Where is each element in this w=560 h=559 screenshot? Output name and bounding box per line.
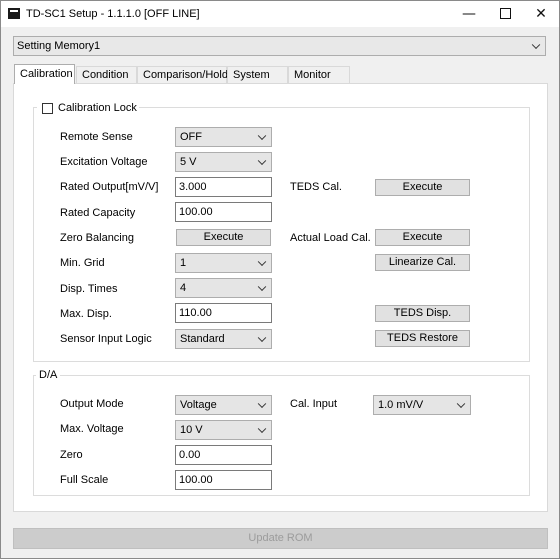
min-grid-select[interactable]: 1 bbox=[175, 253, 272, 273]
max-voltage-value: 10 V bbox=[180, 424, 203, 436]
output-mode-value: Voltage bbox=[180, 399, 217, 411]
max-disp-label: Max. Disp. bbox=[60, 308, 112, 320]
chevron-down-icon bbox=[257, 257, 267, 267]
full-scale-label: Full Scale bbox=[60, 474, 109, 486]
remote-sense-select[interactable]: OFF bbox=[175, 127, 272, 147]
app-icon bbox=[8, 8, 20, 19]
chevron-down-icon bbox=[257, 399, 267, 409]
max-disp-input[interactable]: 110.00 bbox=[175, 303, 272, 323]
tab-comparison-hold[interactable]: Comparison/Hold bbox=[137, 66, 228, 83]
cal-input-label: Cal. Input bbox=[290, 398, 338, 410]
window-title: TD-SC1 Setup - 1.1.1.0 [OFF LINE] bbox=[26, 8, 200, 20]
tab-calibration[interactable]: Calibration bbox=[14, 64, 75, 84]
rated-output-input[interactable]: 3.000 bbox=[175, 177, 272, 197]
chevron-down-icon bbox=[257, 333, 267, 343]
actual-load-cal-label: Actual Load Cal. bbox=[290, 232, 371, 244]
sensor-input-logic-select[interactable]: Standard bbox=[175, 329, 272, 349]
actual-load-cal-execute-button[interactable]: Execute bbox=[375, 229, 470, 246]
zero-input[interactable]: 0.00 bbox=[175, 445, 272, 465]
chevron-down-icon bbox=[257, 156, 267, 166]
tab-condition[interactable]: Condition bbox=[76, 66, 137, 83]
max-voltage-label: Max. Voltage bbox=[60, 423, 124, 435]
zero-balancing-execute-button[interactable]: Execute bbox=[176, 229, 271, 246]
teds-disp-button[interactable]: TEDS Disp. bbox=[375, 305, 470, 322]
tab-monitor[interactable]: Monitor bbox=[288, 66, 350, 83]
excitation-voltage-value: 5 V bbox=[180, 156, 197, 168]
app-window: TD-SC1 Setup - 1.1.1.0 [OFF LINE] — ✕ Se… bbox=[0, 0, 560, 559]
rated-capacity-label: Rated Capacity bbox=[60, 207, 136, 219]
setting-memory-value: Setting Memory1 bbox=[17, 40, 101, 52]
rated-output-label: Rated Output[mV/V] bbox=[60, 181, 159, 193]
output-mode-select[interactable]: Voltage bbox=[175, 395, 272, 415]
da-group-title: D/A bbox=[36, 369, 61, 381]
tab-system[interactable]: System bbox=[227, 66, 288, 83]
setting-memory-select[interactable]: Setting Memory1 bbox=[13, 36, 546, 56]
chevron-down-icon bbox=[456, 399, 466, 409]
teds-cal-label: TEDS Cal. bbox=[290, 181, 342, 193]
sensor-input-logic-label: Sensor Input Logic bbox=[60, 333, 152, 345]
chevron-down-icon bbox=[257, 131, 267, 141]
min-grid-label: Min. Grid bbox=[60, 257, 105, 269]
excitation-voltage-label: Excitation Voltage bbox=[60, 156, 148, 168]
chevron-down-icon bbox=[531, 40, 541, 50]
teds-cal-execute-button[interactable]: Execute bbox=[375, 179, 470, 196]
remote-sense-label: Remote Sense bbox=[60, 131, 133, 143]
title-bar: TD-SC1 Setup - 1.1.1.0 [OFF LINE] — ✕ bbox=[1, 1, 559, 27]
rated-capacity-input[interactable]: 100.00 bbox=[175, 202, 272, 222]
maximize-icon bbox=[499, 7, 511, 19]
chevron-down-icon bbox=[257, 424, 267, 434]
sensor-input-logic-value: Standard bbox=[180, 333, 225, 345]
min-grid-value: 1 bbox=[180, 257, 187, 269]
full-scale-input[interactable]: 100.00 bbox=[175, 470, 272, 490]
linearize-cal-button[interactable]: Linearize Cal. bbox=[375, 254, 470, 271]
disp-times-select[interactable]: 4 bbox=[175, 278, 272, 298]
update-rom-button[interactable]: Update ROM bbox=[13, 528, 548, 549]
maximize-button[interactable] bbox=[485, 1, 525, 27]
disp-times-value: 4 bbox=[180, 282, 187, 294]
cal-input-value: 1.0 mV/V bbox=[378, 399, 424, 411]
minimize-button[interactable]: — bbox=[449, 1, 489, 27]
disp-times-label: Disp. Times bbox=[60, 283, 118, 295]
max-voltage-select[interactable]: 10 V bbox=[175, 420, 272, 440]
cal-input-select[interactable]: 1.0 mV/V bbox=[373, 395, 471, 415]
remote-sense-value: OFF bbox=[180, 131, 202, 143]
zero-label: Zero bbox=[60, 449, 83, 461]
calibration-lock-label: Calibration Lock bbox=[58, 102, 137, 114]
chevron-down-icon bbox=[257, 282, 267, 292]
close-button[interactable]: ✕ bbox=[521, 1, 560, 27]
output-mode-label: Output Mode bbox=[60, 398, 124, 410]
excitation-voltage-select[interactable]: 5 V bbox=[175, 152, 272, 172]
teds-restore-button[interactable]: TEDS Restore bbox=[375, 330, 470, 347]
calibration-lock-checkbox[interactable] bbox=[42, 103, 53, 114]
zero-balancing-label: Zero Balancing bbox=[60, 232, 134, 244]
